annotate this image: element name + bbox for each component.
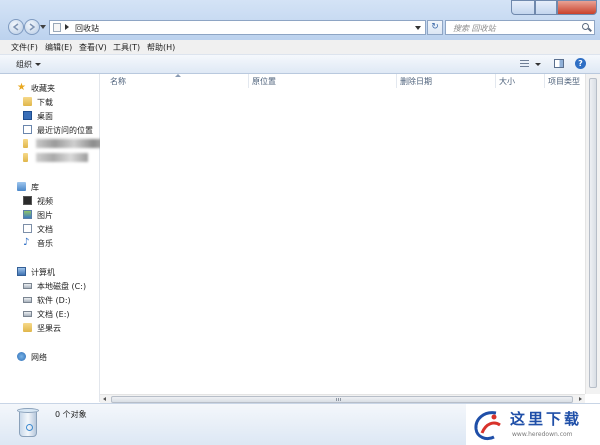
sort-indicator-icon bbox=[175, 74, 181, 77]
column-divider[interactable] bbox=[396, 74, 397, 88]
recycle-bin-small-icon bbox=[53, 23, 61, 32]
nav-item-label: 软件 (D:) bbox=[37, 296, 71, 305]
recent-pages-dropdown[interactable] bbox=[40, 25, 46, 29]
close-button[interactable] bbox=[557, 0, 597, 15]
video-icon bbox=[23, 196, 32, 205]
column-date-deleted[interactable]: 删除日期 bbox=[400, 76, 432, 87]
back-button[interactable] bbox=[8, 19, 24, 35]
drive-icon bbox=[23, 297, 32, 303]
window-controls bbox=[511, 0, 597, 16]
column-divider[interactable] bbox=[544, 74, 545, 88]
column-divider[interactable] bbox=[495, 74, 496, 88]
horizontal-scroll-thumb[interactable] bbox=[111, 396, 573, 403]
menu-file[interactable]: 文件(F) bbox=[11, 42, 38, 53]
column-name[interactable]: 名称 bbox=[110, 76, 126, 87]
scroll-left-icon[interactable] bbox=[103, 397, 106, 401]
documents-icon bbox=[23, 224, 32, 233]
computer-icon bbox=[17, 267, 26, 276]
title-address-band: 回收站 ↻ 搜索 回收站 bbox=[0, 0, 600, 40]
search-icon[interactable] bbox=[582, 23, 589, 30]
watermark-title: 这里下载 bbox=[510, 410, 583, 428]
preview-pane-icon[interactable] bbox=[554, 59, 564, 68]
nav-item-label: 图片 bbox=[37, 211, 53, 220]
column-original-location[interactable]: 原位置 bbox=[252, 76, 276, 87]
drive-icon bbox=[23, 283, 32, 289]
pictures-icon bbox=[23, 210, 32, 219]
recycle-bin-icon bbox=[17, 408, 39, 438]
maximize-icon bbox=[536, 1, 556, 14]
scroll-right-icon[interactable] bbox=[579, 397, 582, 401]
address-bar[interactable]: 回收站 bbox=[49, 20, 426, 35]
explorer-window: 回收站 ↻ 搜索 回收站 文件(F) 编辑(E) 查看(V) 工具(T) 帮助(… bbox=[0, 0, 600, 445]
view-options-icon[interactable] bbox=[520, 60, 529, 68]
search-input[interactable]: 搜索 回收站 bbox=[445, 20, 595, 35]
address-dropdown-icon[interactable] bbox=[415, 26, 421, 30]
vertical-scroll-thumb[interactable] bbox=[589, 78, 597, 388]
menu-edit[interactable]: 编辑(E) bbox=[45, 42, 72, 53]
column-size[interactable]: 大小 bbox=[499, 76, 515, 87]
nav-network-label: 网络 bbox=[31, 353, 47, 362]
column-divider[interactable] bbox=[248, 74, 249, 88]
desktop-icon bbox=[23, 111, 32, 120]
nav-item-label: 下载 bbox=[37, 98, 53, 107]
nav-item-label: 最近访问的位置 bbox=[37, 126, 93, 135]
nav-item-label: 视频 bbox=[37, 197, 53, 206]
file-list[interactable]: 名称 原位置 删除日期 大小 项目类型 bbox=[100, 74, 585, 394]
refresh-button[interactable]: ↻ bbox=[427, 20, 443, 35]
folder-icon bbox=[23, 153, 28, 162]
libraries-icon bbox=[17, 182, 26, 191]
watermark-url: www.heredown.com bbox=[512, 431, 573, 438]
menu-bar: 文件(F) 编辑(E) 查看(V) 工具(T) 帮助(H) bbox=[0, 40, 600, 55]
folder-icon bbox=[23, 323, 32, 332]
view-dropdown-icon[interactable] bbox=[535, 63, 541, 66]
menu-view[interactable]: 查看(V) bbox=[79, 42, 107, 53]
nav-redacted-folder-2[interactable] bbox=[23, 152, 88, 164]
star-icon: ★ bbox=[17, 82, 26, 93]
downloads-folder-icon bbox=[23, 97, 32, 106]
nav-item-label: 音乐 bbox=[37, 239, 53, 248]
maximize-button[interactable] bbox=[535, 0, 557, 15]
menu-tools[interactable]: 工具(T) bbox=[113, 42, 140, 53]
object-count: 0 个对象 bbox=[55, 410, 87, 419]
folder-icon bbox=[23, 139, 28, 148]
redacted-label bbox=[36, 153, 88, 162]
nav-favorites-label: 收藏夹 bbox=[31, 84, 55, 93]
close-icon bbox=[558, 1, 596, 14]
arrow-left-icon bbox=[12, 23, 19, 31]
nav-item-label: 坚果云 bbox=[37, 324, 61, 333]
nav-item-label: 桌面 bbox=[37, 112, 53, 121]
menu-help[interactable]: 帮助(H) bbox=[147, 42, 175, 53]
network-icon bbox=[17, 352, 26, 361]
refresh-icon: ↻ bbox=[431, 22, 439, 32]
command-bar: 组织 ? bbox=[0, 55, 600, 74]
minimize-icon bbox=[512, 1, 534, 14]
watermark: 这里下载 www.heredown.com bbox=[466, 404, 600, 445]
forward-button[interactable] bbox=[24, 19, 40, 35]
column-item-type[interactable]: 项目类型 bbox=[548, 76, 580, 87]
nav-item-label: 文档 (E:) bbox=[37, 310, 70, 319]
vertical-scrollbar[interactable] bbox=[585, 74, 600, 394]
recent-places-icon bbox=[23, 125, 32, 134]
nav-item-label: 文档 bbox=[37, 225, 53, 234]
search-placeholder: 搜索 回收站 bbox=[453, 24, 496, 33]
breadcrumb-separator-icon[interactable] bbox=[65, 24, 69, 30]
nav-redacted-folder-1[interactable] bbox=[23, 138, 112, 150]
nav-item-label: 本地磁盘 (C:) bbox=[37, 282, 87, 291]
drive-icon bbox=[23, 311, 32, 317]
organize-button[interactable]: 组织 bbox=[16, 59, 32, 70]
nav-computer-label: 计算机 bbox=[31, 268, 55, 277]
navigation-pane: ★ 收藏夹 下载 桌面 最近访问的位置 库 视频 图片 文档 ♪ 音乐 计算机 … bbox=[0, 74, 112, 402]
music-icon: ♪ bbox=[23, 237, 30, 248]
help-icon[interactable]: ? bbox=[575, 58, 586, 69]
watermark-logo-icon bbox=[474, 411, 501, 441]
chevron-down-icon[interactable] bbox=[35, 63, 41, 66]
nav-libraries-label: 库 bbox=[31, 183, 39, 192]
arrow-right-icon bbox=[29, 23, 36, 31]
grip-icon bbox=[336, 398, 342, 401]
minimize-button[interactable] bbox=[511, 0, 535, 15]
address-location[interactable]: 回收站 bbox=[75, 23, 99, 34]
